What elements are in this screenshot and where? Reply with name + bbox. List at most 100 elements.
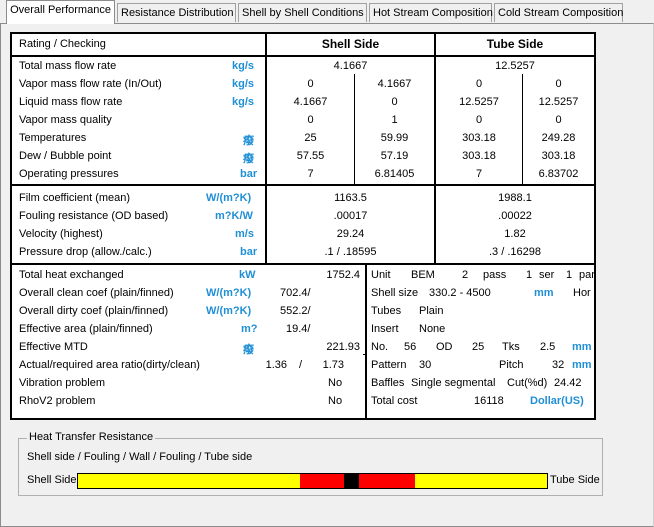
shell-out-pressure: 6.81405 bbox=[374, 168, 415, 180]
insert-value: None bbox=[419, 323, 446, 335]
results-panel: Rating / Checking Shell Side Tube Side T… bbox=[10, 32, 596, 420]
series-count: 1 bbox=[526, 269, 533, 281]
row-label-fouling-resistance: Fouling resistance (OD based) bbox=[19, 210, 169, 222]
tube-side-header: Tube Side bbox=[486, 37, 544, 51]
unit-operating-pressures: bar bbox=[240, 168, 258, 180]
unit-effective-area: m? bbox=[241, 323, 258, 335]
total-cost-label: Total cost bbox=[371, 395, 418, 407]
tube-in-vapor-quality: 0 bbox=[475, 114, 483, 126]
tab-shell-by-shell-conditions[interactable]: Shell by Shell Conditions bbox=[238, 3, 367, 22]
shell-pressure-drop: .1 / .18595 bbox=[324, 246, 377, 258]
unit-dew-bubble: 癈 bbox=[243, 153, 254, 165]
row-label-clean-coef: Overall clean coef (plain/finned) bbox=[19, 287, 174, 299]
unit-label: Unit bbox=[371, 269, 391, 281]
resistance-segment-fouling-shell bbox=[300, 473, 344, 489]
od-value: 25 bbox=[472, 341, 485, 353]
tube-in-pressure: 7 bbox=[475, 168, 483, 180]
shell-in-temperature: 25 bbox=[304, 132, 317, 144]
shell-velocity: 29.24 bbox=[336, 228, 365, 240]
total-heat-value: 1752.4 bbox=[326, 269, 360, 281]
tab-strip: Overall Performance Resistance Distribut… bbox=[0, 0, 654, 24]
tube-side-bar-label: Tube Side bbox=[550, 474, 600, 486]
tube-total-mass-flow: 12.5257 bbox=[495, 60, 535, 72]
shell-out-liquid-flow: 0 bbox=[391, 96, 398, 108]
effective-mtd-value: 221.93 bbox=[326, 341, 360, 353]
tube-out-dew-bubble: 303.18 bbox=[541, 150, 576, 162]
unit-clean-coef: W/(m?K) bbox=[206, 287, 252, 299]
parallel-label: par bbox=[579, 269, 595, 281]
unit-fouling-resistance: m?K/W bbox=[215, 210, 253, 222]
tube-in-temperature: 303.18 bbox=[462, 132, 496, 144]
shell-size-value: 330.2 - 4500 bbox=[429, 287, 491, 299]
baffles-value: Single segmental bbox=[411, 377, 496, 389]
resistance-segment-shell bbox=[77, 473, 300, 489]
tube-out-temperature: 249.28 bbox=[541, 132, 576, 144]
unit-pressure-drop: bar bbox=[240, 246, 258, 258]
total-cost-value: 16118 bbox=[474, 395, 504, 407]
tab-cold-stream-composition[interactable]: Cold Stream Composition bbox=[494, 3, 623, 22]
shell-film-coefficient: 1163.5 bbox=[334, 192, 367, 204]
cut-value: 24.42 bbox=[554, 377, 582, 389]
panel-title: Rating / Checking bbox=[19, 38, 106, 50]
parallel-count: 1 bbox=[566, 269, 573, 281]
pass-label: pass bbox=[483, 269, 507, 281]
shell-side-header: Shell Side bbox=[321, 37, 380, 51]
shell-out-vapor-flow: 4.1667 bbox=[377, 78, 412, 90]
area-ratio-clean: 1.73 bbox=[322, 359, 344, 371]
tube-in-dew-bubble: 303.18 bbox=[462, 150, 496, 162]
tab-hot-stream-composition[interactable]: Hot Stream Composition bbox=[369, 3, 493, 22]
tube-in-liquid-flow: 12.5257 bbox=[459, 96, 499, 108]
tube-out-pressure: 6.83702 bbox=[538, 168, 579, 180]
shell-total-mass-flow: 4.1667 bbox=[333, 60, 368, 72]
shell-in-liquid-flow: 4.1667 bbox=[293, 96, 328, 108]
tube-out-vapor-quality: 0 bbox=[555, 114, 562, 126]
row-label-vapor-quality: Vapor mass quality bbox=[19, 114, 112, 126]
unit-vapor-mass-flow: kg/s bbox=[232, 78, 255, 90]
shell-in-vapor-flow: 0 bbox=[307, 78, 314, 90]
area-ratio-dirty: 1.36 bbox=[265, 359, 287, 371]
shell-fouling-resistance: .00017 bbox=[333, 210, 368, 222]
unit-type-value: BEM bbox=[411, 269, 435, 281]
baffles-label: Baffles bbox=[371, 377, 405, 389]
tube-fouling-resistance: .00022 bbox=[498, 210, 532, 222]
row-label-effective-area: Effective area (plain/finned) bbox=[19, 323, 153, 335]
shell-size-unit: mm bbox=[534, 287, 554, 299]
series-label: ser bbox=[539, 269, 555, 281]
shell-out-temperature: 59.99 bbox=[380, 132, 409, 144]
row-label-dirty-coef: Overall dirty coef (plain/finned) bbox=[19, 305, 169, 317]
row-label-vibration: Vibration problem bbox=[19, 377, 106, 389]
tube-pressure-drop: .3 / .16298 bbox=[489, 246, 541, 258]
tab-overall-performance[interactable]: Overall Performance bbox=[6, 0, 115, 24]
tube-number-value: 56 bbox=[404, 341, 417, 353]
row-label-dew-bubble: Dew / Bubble point bbox=[19, 150, 112, 162]
unit-effective-mtd: 癈 bbox=[243, 344, 254, 356]
dirty-coef-value: 552.2/ bbox=[280, 305, 311, 317]
tab-resistance-distribution[interactable]: Resistance Distribution bbox=[117, 3, 236, 22]
resistance-segment-wall bbox=[344, 473, 359, 489]
pattern-value: 30 bbox=[419, 359, 432, 371]
total-cost-unit: Dollar(US) bbox=[530, 395, 584, 407]
tubes-label: Tubes bbox=[371, 305, 402, 317]
pattern-label: Pattern bbox=[371, 359, 407, 371]
tube-out-liquid-flow: 12.5257 bbox=[538, 96, 579, 108]
row-label-effective-mtd: Effective MTD bbox=[19, 341, 88, 353]
insert-label: Insert bbox=[371, 323, 399, 335]
resistance-segment-fouling-tube bbox=[359, 473, 415, 489]
row-label-total-heat: Total heat exchanged bbox=[19, 269, 124, 281]
tks-value: 2.5 bbox=[540, 341, 556, 353]
shell-size-label: Shell size bbox=[371, 287, 419, 299]
row-label-rhov2: RhoV2 problem bbox=[19, 395, 96, 407]
row-label-pressure-drop: Pressure drop (allow./calc.) bbox=[19, 246, 152, 258]
effective-area-value: 19.4/ bbox=[286, 323, 311, 335]
unit-velocity: m/s bbox=[235, 228, 254, 240]
shell-out-dew-bubble: 57.19 bbox=[380, 150, 409, 162]
tks-label: Tks bbox=[502, 341, 520, 353]
row-label-total-mass-flow: Total mass flow rate bbox=[19, 60, 117, 72]
pitch-value: 32 bbox=[552, 359, 565, 371]
tube-in-vapor-flow: 0 bbox=[475, 78, 483, 90]
pass-count: 2 bbox=[462, 269, 469, 281]
vibration-value: No bbox=[328, 377, 343, 389]
row-label-temperatures: Temperatures bbox=[19, 132, 87, 144]
unit-total-mass-flow: kg/s bbox=[232, 60, 255, 72]
clean-coef-value: 702.4/ bbox=[280, 287, 311, 299]
